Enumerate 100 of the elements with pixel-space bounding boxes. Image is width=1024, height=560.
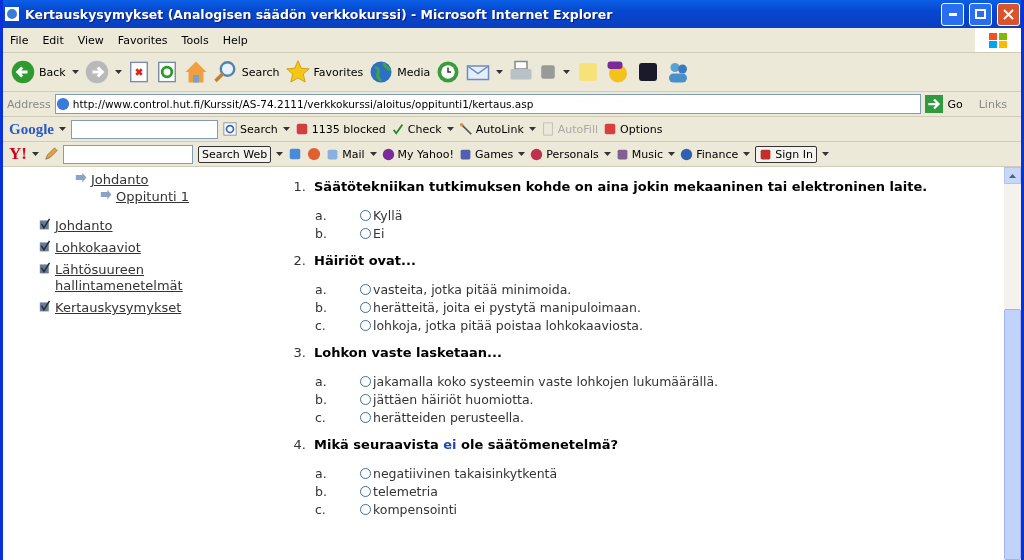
search-icon[interactable]	[213, 60, 238, 84]
option-letter: b.	[315, 226, 328, 241]
caret-icon[interactable]	[31, 152, 39, 156]
tree-link[interactable]: Johdanto	[91, 171, 149, 188]
menu-item[interactable]: View	[70, 33, 111, 47]
question-number: 2.	[292, 253, 306, 268]
option-label: kompensointi	[373, 502, 458, 517]
autolink-button[interactable]: AutoLink	[458, 122, 524, 136]
nav-link[interactable]: Lohkokaaviot	[55, 240, 141, 256]
window-title: Kertauskysymykset (Analogisen säädön verkkokurssi) - Microsoft Internet Explorer	[25, 6, 614, 22]
menu-item[interactable]: Help	[215, 33, 255, 47]
checkmark-icon[interactable]	[39, 240, 52, 253]
wand-icon[interactable]	[458, 122, 473, 136]
radio-button[interactable]	[360, 412, 371, 423]
caret-icon[interactable]	[369, 152, 377, 156]
spellcheck-icon[interactable]	[390, 122, 405, 136]
caret-icon[interactable]	[496, 70, 504, 74]
minimize-icon	[948, 12, 957, 16]
search-icon[interactable]	[223, 122, 237, 136]
toolbar-item-icon[interactable]	[530, 147, 544, 161]
radio-button[interactable]	[360, 228, 371, 239]
menu-item[interactable]: Tools	[174, 33, 216, 47]
scroll-up-button[interactable]	[1004, 167, 1021, 184]
back-icon[interactable]	[11, 60, 35, 84]
caret-icon[interactable]	[446, 127, 454, 131]
toolbar-link[interactable]: Games	[458, 147, 514, 161]
scroll-thumb[interactable]	[1004, 309, 1021, 560]
back-button[interactable]: Back	[11, 60, 66, 84]
stop-icon[interactable]	[127, 61, 150, 83]
popup-blocked-icon[interactable]	[294, 122, 309, 136]
favorites-button[interactable]: Favorites	[285, 60, 364, 84]
checkmark-icon[interactable]	[39, 300, 52, 313]
caret-icon[interactable]	[114, 70, 122, 74]
yahoo-search-field[interactable]	[62, 144, 193, 164]
toolbar-link[interactable]: My Yahoo!	[381, 147, 454, 161]
google-search-field[interactable]	[71, 119, 218, 139]
caret-icon[interactable]	[59, 127, 66, 131]
caret-icon[interactable]	[71, 70, 79, 74]
toolbar-link[interactable]: Music	[615, 147, 664, 161]
search-button[interactable]: Search	[223, 122, 278, 136]
browser-icon[interactable]	[4, 6, 20, 22]
checkmark-icon[interactable]	[39, 218, 52, 231]
caret-icon[interactable]	[743, 152, 751, 156]
radio-button[interactable]	[360, 302, 371, 313]
caret-icon[interactable]	[603, 152, 611, 156]
edit-icon[interactable]	[539, 63, 558, 81]
caret-icon[interactable]	[528, 127, 536, 131]
radio-button[interactable]	[360, 210, 371, 221]
menu-item[interactable]: Edit	[35, 33, 71, 47]
question-number: 3.	[292, 345, 306, 360]
nav-link[interactable]: Johdanto	[55, 218, 113, 234]
crosshair-icon[interactable]	[307, 147, 322, 161]
menu-item[interactable]: Favorites	[110, 33, 175, 47]
clock-icon[interactable]	[436, 60, 461, 84]
caret-icon[interactable]	[518, 152, 526, 156]
caret-icon[interactable]	[822, 152, 829, 156]
options-button[interactable]: Options	[603, 122, 663, 136]
caret-icon[interactable]	[668, 152, 676, 156]
search-web-button[interactable]: Search Web	[197, 145, 272, 163]
go-button[interactable]: Go	[925, 95, 963, 113]
menu-item[interactable]: File	[3, 33, 36, 47]
nav-link[interactable]: Kertauskysymykset	[55, 300, 182, 316]
caret-icon[interactable]	[282, 127, 290, 131]
option-letter: b.	[315, 300, 328, 315]
sign-in-button[interactable]: Sign In	[755, 145, 817, 163]
address-field[interactable]: http://www.control.hut.fi/Kurssit/AS-74.2111/verkkokurssi/aloitus/oppitunti1/kertaus.asp	[54, 94, 922, 114]
question-number: 1.	[292, 179, 306, 194]
toolbar-item-icon[interactable]	[615, 147, 629, 161]
check-button[interactable]: Check	[390, 122, 442, 136]
options-icon[interactable]	[603, 122, 617, 136]
option-letter: c.	[315, 410, 327, 425]
radio-button[interactable]	[360, 468, 371, 479]
toolbar-link[interactable]: Finance	[680, 147, 739, 161]
blocked-button[interactable]: 1135 blocked	[294, 122, 386, 136]
media-button[interactable]: Media	[369, 60, 431, 84]
tree-link[interactable]: Oppitunti 1	[116, 188, 190, 205]
checkmark-icon[interactable]	[39, 262, 52, 275]
toolbar-link[interactable]: Mail	[326, 147, 365, 161]
option-letter: b.	[315, 392, 328, 407]
nav-link[interactable]: Lähtösuureen hallintamenetelmät	[55, 262, 195, 294]
toolbar-link[interactable]: Personals	[530, 147, 599, 161]
address-label: Address	[7, 97, 51, 111]
toolbar-item-icon[interactable]	[381, 147, 395, 161]
close-icon	[1003, 8, 1014, 20]
toolbar-item-icon[interactable]	[680, 147, 694, 161]
caret-icon[interactable]	[563, 70, 571, 74]
radio-button[interactable]	[360, 504, 371, 515]
maximize-icon	[975, 9, 986, 19]
star-icon[interactable]	[285, 60, 310, 84]
caret-icon[interactable]	[276, 152, 284, 156]
option-label: negatiivinen takaisinkytkentä	[373, 466, 558, 481]
toolbar-item-icon[interactable]	[458, 147, 472, 161]
radio-button[interactable]	[360, 320, 371, 331]
radio-button[interactable]	[360, 394, 371, 405]
option-label: jakamalla koko systeemin vaste lohkojen lukumäärällä.	[373, 374, 719, 389]
search-button[interactable]: Search	[213, 60, 280, 84]
radio-button[interactable]	[360, 284, 371, 295]
radio-button[interactable]	[360, 376, 371, 387]
radio-button[interactable]	[360, 486, 371, 497]
globe-icon[interactable]	[369, 60, 394, 84]
